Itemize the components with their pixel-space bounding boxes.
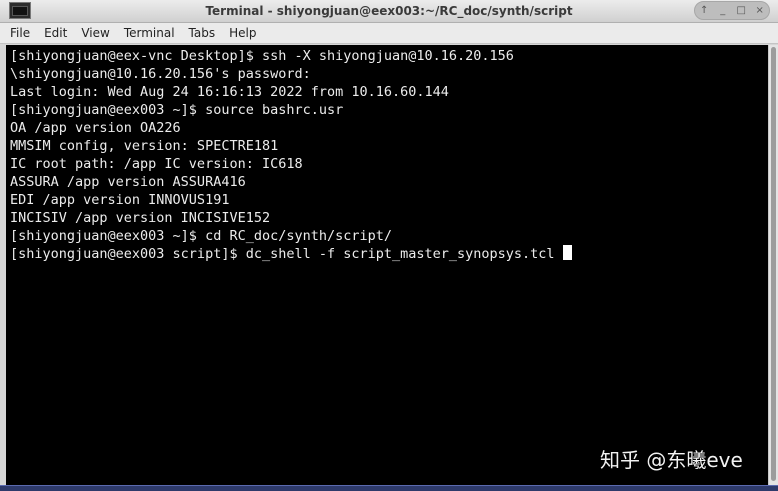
terminal-output[interactable]: [shiyongjuan@eex-vnc Desktop]$ ssh -X sh…	[6, 45, 768, 485]
title-bar[interactable]: Terminal - shiyongjuan@eex003:~/RC_doc/s…	[0, 0, 778, 23]
scrollbar[interactable]	[768, 45, 778, 485]
menu-help[interactable]: Help	[229, 26, 256, 40]
terminal-cursor	[562, 245, 572, 260]
desktop-strip	[0, 485, 778, 491]
window-controls: ↑ _ □ ×	[694, 1, 770, 20]
terminal-prompt-line[interactable]: [shiyongjuan@eex003 script]$ dc_shell -f…	[10, 245, 572, 263]
scrollbar-thumb[interactable]	[771, 47, 776, 481]
menu-terminal[interactable]: Terminal	[124, 26, 175, 40]
terminal-line: ASSURA /app version ASSURA416	[10, 174, 246, 190]
terminal-line: [shiyongjuan@eex003 ~]$ cd RC_doc/synth/…	[10, 228, 393, 244]
terminal-line: OA /app version OA226	[10, 120, 181, 136]
menu-bar: File Edit View Terminal Tabs Help	[0, 23, 778, 44]
terminal-line: \shiyongjuan@10.16.20.156's password:	[10, 66, 311, 82]
raise-icon[interactable]: ↑	[695, 4, 713, 18]
menu-edit[interactable]: Edit	[44, 26, 67, 40]
menu-tabs[interactable]: Tabs	[189, 26, 216, 40]
terminal-line: MMSIM config, version: SPECTRE181	[10, 138, 279, 154]
close-icon[interactable]: ×	[751, 4, 769, 18]
terminal-window: Terminal - shiyongjuan@eex003:~/RC_doc/s…	[0, 0, 778, 491]
current-command: [shiyongjuan@eex003 script]$ dc_shell -f…	[10, 246, 563, 262]
maximize-icon[interactable]: □	[732, 4, 750, 18]
terminal-lines: [shiyongjuan@eex-vnc Desktop]$ ssh -X sh…	[10, 47, 572, 263]
menu-file[interactable]: File	[10, 26, 30, 40]
terminal-line: IC root path: /app IC version: IC618	[10, 156, 303, 172]
menu-view[interactable]: View	[81, 26, 109, 40]
window-title: Terminal - shiyongjuan@eex003:~/RC_doc/s…	[205, 4, 573, 18]
terminal-line: [shiyongjuan@eex-vnc Desktop]$ ssh -X sh…	[10, 48, 514, 64]
terminal-line: INCISIV /app version INCISIVE152	[10, 210, 271, 226]
terminal-line: EDI /app version INNOVUS191	[10, 192, 230, 208]
watermark: 知乎 @东曦eve	[600, 448, 743, 472]
minimize-icon[interactable]: _	[714, 4, 732, 18]
terminal-line: [shiyongjuan@eex003 ~]$ source bashrc.us…	[10, 102, 344, 118]
terminal-line: Last login: Wed Aug 24 16:16:13 2022 fro…	[10, 84, 449, 100]
